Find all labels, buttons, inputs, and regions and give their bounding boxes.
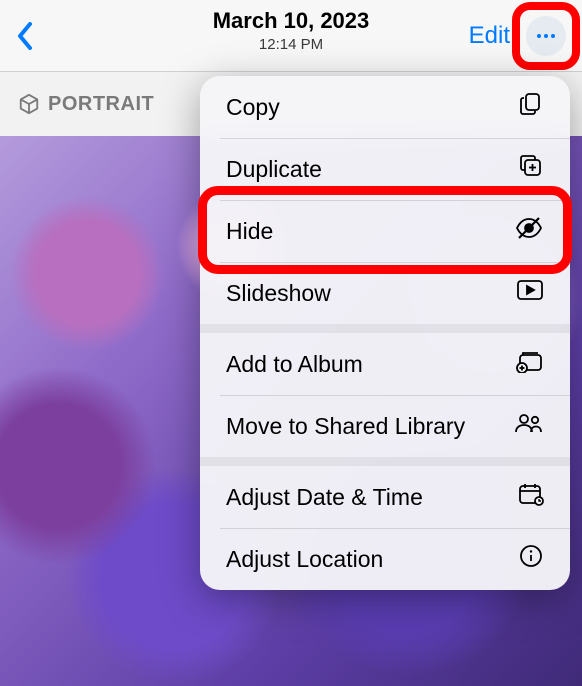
ellipsis-icon: [534, 24, 558, 48]
eye-slash-icon: [514, 215, 544, 247]
calendar-icon: [518, 482, 544, 512]
menu-item-slideshow[interactable]: Slideshow: [200, 262, 570, 324]
menu-item-copy[interactable]: Copy: [200, 76, 570, 138]
more-actions-menu: Copy Duplicate Hide Slideshow Add: [200, 76, 570, 590]
copy-icon: [518, 91, 544, 123]
menu-item-add-to-album[interactable]: Add to Album: [200, 333, 570, 395]
menu-label: Adjust Date & Time: [226, 484, 423, 511]
menu-label: Copy: [226, 94, 280, 121]
info-circle-icon: [518, 543, 544, 575]
menu-label: Add to Album: [226, 351, 363, 378]
menu-item-duplicate[interactable]: Duplicate: [200, 138, 570, 200]
menu-item-adjust-location[interactable]: Adjust Location: [200, 528, 570, 590]
album-plus-icon: [516, 349, 544, 379]
menu-label: Move to Shared Library: [226, 413, 465, 440]
menu-label: Duplicate: [226, 156, 322, 183]
menu-item-adjust-date-time[interactable]: Adjust Date & Time: [200, 466, 570, 528]
chevron-left-icon: [16, 21, 34, 51]
menu-label: Slideshow: [226, 280, 331, 307]
people-icon: [514, 412, 544, 440]
menu-label: Hide: [226, 218, 273, 245]
menu-item-move-shared-library[interactable]: Move to Shared Library: [200, 395, 570, 457]
more-button[interactable]: [526, 16, 566, 56]
duplicate-icon: [518, 153, 544, 185]
portrait-label: PORTRAIT: [48, 93, 154, 116]
back-button[interactable]: [0, 0, 50, 71]
menu-item-hide[interactable]: Hide: [200, 200, 570, 262]
menu-separator: [200, 324, 570, 333]
play-rectangle-icon: [516, 279, 544, 307]
menu-label: Adjust Location: [226, 546, 383, 573]
cube-icon: [18, 93, 40, 115]
menu-separator: [200, 457, 570, 466]
portrait-badge: PORTRAIT: [18, 93, 154, 116]
edit-button[interactable]: Edit: [461, 18, 518, 54]
photo-detail-header: March 10, 2023 12:14 PM Edit: [0, 0, 582, 72]
